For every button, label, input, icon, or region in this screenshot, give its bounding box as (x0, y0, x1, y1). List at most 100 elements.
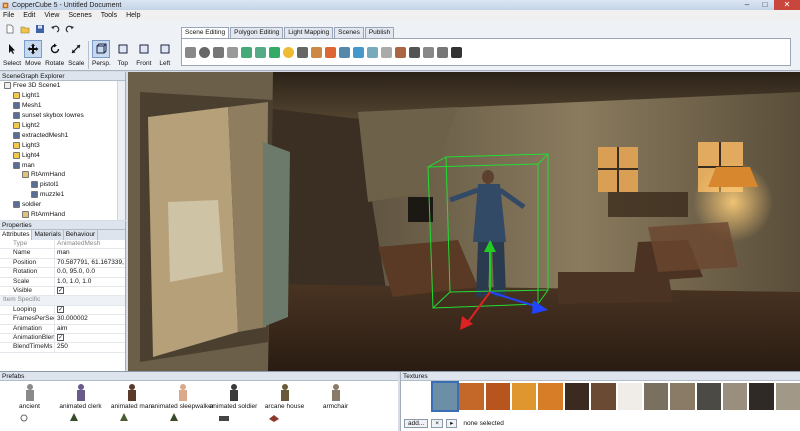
dropdown-icon[interactable] (451, 46, 462, 58)
property-row[interactable]: Rotation 0.0, 95.0, 0.0 (0, 268, 125, 278)
property-value[interactable]: 70.587791, 61.167339, 1 (54, 258, 125, 268)
property-value[interactable]: 30.000002 (54, 315, 125, 324)
scenegraph-node[interactable]: Light4 (0, 150, 125, 160)
billboard-icon[interactable] (311, 46, 322, 58)
menu-view[interactable]: View (44, 12, 59, 19)
cube-icon[interactable] (185, 46, 196, 58)
save-icon[interactable] (35, 24, 45, 34)
texture-thumbnail[interactable] (643, 383, 669, 410)
texture-thumbnail[interactable] (749, 383, 774, 410)
3d-viewport[interactable] (128, 72, 800, 371)
property-value[interactable]: aim (54, 324, 125, 333)
scenegraph-node[interactable]: muzzle1 (0, 190, 125, 200)
scenegraph-node[interactable]: extractedMesh1 (0, 130, 125, 140)
texture-thumbnail[interactable] (538, 383, 563, 410)
texture-thumbnail[interactable] (512, 383, 537, 410)
property-row[interactable]: BlendTimeMs 250 (0, 343, 125, 353)
scenegraph-scrollbar[interactable] (117, 81, 125, 220)
texture-thumbnail[interactable] (617, 383, 642, 410)
texture-thumbnail[interactable] (430, 381, 460, 412)
prefab-thumb[interactable] (168, 413, 180, 423)
texture-thumbnail[interactable] (459, 383, 484, 410)
scene-render[interactable] (128, 72, 800, 371)
cylinder-icon[interactable] (213, 46, 224, 58)
tab-polygon-editing[interactable]: Polygon Editing (230, 27, 284, 38)
tab-scene-editing[interactable]: Scene Editing (181, 27, 230, 38)
property-value[interactable]: 1.0, 1.0, 1.0 (54, 277, 125, 286)
tab-scenes[interactable]: Scenes (334, 27, 364, 38)
menu-file[interactable]: File (3, 12, 14, 19)
view-perspective[interactable]: Persp. (92, 40, 111, 67)
camera-icon[interactable] (297, 46, 308, 58)
scenegraph-node[interactable]: Light3 (0, 140, 125, 150)
tab-attributes[interactable]: Attributes (0, 230, 33, 240)
select-tool[interactable]: Select (3, 40, 21, 67)
property-row[interactable]: Visible ✓ (0, 286, 125, 297)
scenegraph-node[interactable]: Free 3D Scene1 (0, 81, 125, 91)
property-row[interactable]: Animation aim (0, 324, 125, 334)
scenegraph-node[interactable]: man (0, 160, 125, 170)
new-icon[interactable] (5, 24, 15, 34)
scenegraph-node[interactable]: RtArmHand (0, 210, 125, 220)
property-checkbox[interactable]: ✓ (57, 305, 64, 313)
prefab-item[interactable]: animated clerk (55, 381, 106, 410)
move-tool[interactable]: Move (24, 40, 43, 67)
texture-thumbnail[interactable] (591, 383, 616, 410)
prefab-thumb[interactable] (118, 413, 130, 423)
particle-icon[interactable] (325, 46, 336, 58)
prefab-thumb[interactable] (68, 413, 80, 423)
redo-icon[interactable] (65, 24, 75, 34)
sound-icon[interactable] (339, 46, 350, 58)
prefab-thumb[interactable] (18, 413, 30, 423)
tab-light-mapping[interactable]: Light Mapping (284, 27, 334, 38)
view-left[interactable]: Left (156, 40, 174, 67)
plane-icon[interactable] (241, 46, 252, 58)
undo-icon[interactable] (50, 24, 60, 34)
view-front[interactable]: Front (135, 40, 153, 67)
prefab-thumb[interactable] (218, 413, 230, 423)
property-row[interactable]: Type AnimatedMesh (0, 240, 125, 250)
texture-thumbnail[interactable] (564, 383, 590, 410)
property-value[interactable]: 250 (54, 343, 125, 352)
more-options-icon[interactable]: ▸ (446, 419, 458, 428)
text-icon[interactable] (409, 46, 420, 58)
menu-help[interactable]: Help (126, 12, 140, 19)
property-row[interactable]: Name man (0, 249, 125, 259)
rotate-tool[interactable]: Rotate (45, 40, 64, 67)
prefab-item[interactable]: animated soldier (208, 381, 259, 410)
texture-thumbnail[interactable] (775, 383, 800, 410)
animated-mesh-icon[interactable] (395, 46, 406, 58)
cone-icon[interactable] (227, 46, 238, 58)
light-icon[interactable] (283, 46, 294, 58)
prefab-item[interactable]: animated man (106, 381, 157, 410)
texture-thumbnail[interactable] (722, 383, 748, 410)
property-checkbox[interactable]: ✓ (57, 333, 64, 341)
tab-materials[interactable]: Materials (32, 230, 64, 240)
2d-overlay-icon[interactable] (423, 46, 434, 58)
menu-tools[interactable]: Tools (101, 12, 117, 19)
maximize-icon[interactable]: □ (756, 0, 774, 10)
water-icon[interactable] (353, 46, 364, 58)
scale-tool[interactable]: Scale (67, 40, 85, 67)
menu-edit[interactable]: Edit (23, 12, 35, 19)
minimize-icon[interactable]: – (738, 0, 756, 10)
prefab-item[interactable]: arcane house (259, 381, 310, 410)
property-row[interactable]: Scale 1.0, 1.0, 1.0 (0, 277, 125, 287)
terrain-icon[interactable] (255, 46, 266, 58)
path-icon[interactable] (381, 46, 392, 58)
texture-thumbnail[interactable] (696, 383, 721, 410)
delete-texture-icon[interactable]: × (431, 419, 444, 428)
open-icon[interactable] (20, 24, 30, 34)
texture-thumbnail[interactable] (485, 383, 511, 410)
prefab-thumb[interactable] (268, 413, 280, 423)
scenegraph-node[interactable]: sunset skybox lowres (0, 111, 125, 121)
scenegraph-node[interactable]: RtArmHand (0, 170, 125, 180)
tab-behaviour[interactable]: Behaviour (64, 230, 99, 240)
add-texture-button[interactable]: add... (404, 419, 429, 428)
property-row[interactable]: Looping ✓ (0, 305, 125, 316)
tab-publish[interactable]: Publish (364, 27, 395, 38)
property-row[interactable]: FramesPerSecond30.000002 (0, 315, 125, 325)
property-row[interactable]: AnimationBlendin✓ (0, 333, 125, 344)
prefab-item[interactable]: ancient (4, 381, 55, 410)
scenegraph-node[interactable]: pistol1 (0, 180, 125, 190)
